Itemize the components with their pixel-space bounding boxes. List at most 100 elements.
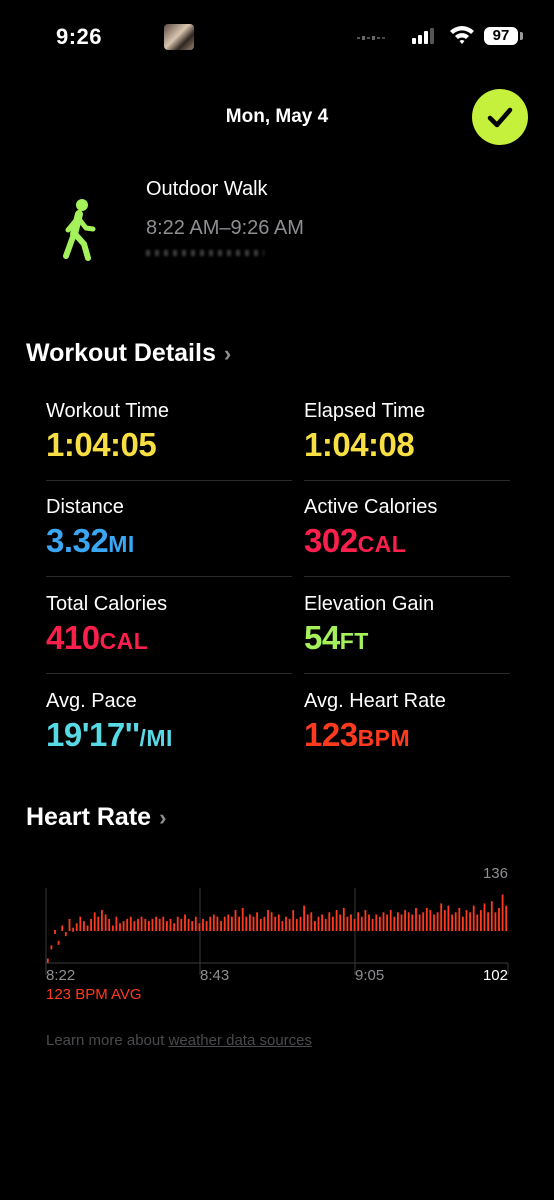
done-button[interactable] [472, 89, 528, 145]
heart-rate-bar [375, 914, 378, 931]
heart-rate-average: 123 BPM AVG [46, 986, 142, 1003]
metric-unit: FT [339, 628, 369, 654]
metric-label: Avg. Pace [46, 690, 137, 712]
section-title: Heart Rate [26, 803, 152, 831]
heart-rate-bar [339, 914, 342, 931]
metric-number: 1:04:08 [304, 426, 415, 463]
heart-rate-bar [148, 921, 150, 931]
chart-time-label: 8:22 [46, 967, 75, 984]
metric-value: 1:04:08 [304, 426, 415, 464]
heart-rate-bar [415, 907, 417, 931]
heart-rate-bar [285, 916, 287, 931]
weather-sources-link[interactable]: weather data sources [169, 1032, 312, 1049]
metric-number: 302 [304, 522, 358, 559]
heart-rate-header[interactable]: Heart Rate › [26, 803, 166, 832]
heart-rate-bar [140, 916, 143, 931]
battery-icon: 97 [484, 27, 518, 45]
heart-rate-bar [281, 921, 284, 931]
divider [46, 673, 292, 674]
divider [46, 576, 292, 577]
heart-rate-bar [469, 912, 471, 931]
heart-rate-bar [303, 905, 305, 931]
heart-rate-bar [158, 918, 161, 931]
heart-rate-bar [292, 910, 295, 931]
heart-rate-bar [173, 923, 175, 931]
heart-rate-bar [429, 910, 432, 931]
heart-rate-bar [234, 910, 237, 931]
metric-value: 410CAL [46, 619, 148, 657]
heart-rate-bar [393, 916, 396, 931]
heart-rate-bar [187, 918, 190, 931]
metric-label: Distance [46, 496, 124, 518]
metric-label: Avg. Heart Rate [304, 690, 446, 712]
metric-label: Elapsed Time [304, 400, 426, 422]
metric-value: 19'17''/MI [46, 716, 173, 754]
heart-rate-bar [122, 921, 125, 931]
metric-number: 1:04:05 [46, 426, 157, 463]
redacted-location [146, 250, 264, 256]
heart-rate-bar [411, 914, 414, 931]
heart-rate-bar [299, 916, 302, 931]
heart-rate-bar [490, 901, 493, 931]
heart-rate-bar [368, 914, 370, 931]
chart-time-label: 9:05 [355, 967, 384, 984]
footer-text: Learn more about [46, 1032, 165, 1049]
status-time: 9:26 [56, 24, 103, 49]
chart-time-label: 8:43 [200, 967, 229, 984]
heart-rate-bar [267, 910, 269, 931]
chevron-right-icon: › [223, 340, 232, 366]
metric-unit: MI [108, 531, 135, 557]
heart-rate-bar [440, 903, 443, 931]
metric-unit: BPM [357, 725, 411, 751]
heart-rate-bar [371, 918, 374, 931]
heart-rate-bar [342, 907, 345, 931]
heart-rate-bar [404, 910, 406, 931]
divider [46, 480, 292, 481]
heart-rate-bar [169, 918, 172, 931]
heart-rate-bar [288, 918, 291, 931]
heart-rate-bar [476, 914, 479, 931]
heart-rate-bar [400, 914, 403, 931]
metric-label: Total Calories [46, 593, 168, 615]
heart-rate-bar [227, 914, 230, 931]
heart-rate-bar [480, 910, 482, 931]
heart-rate-bar [407, 912, 410, 931]
footer-note: Learn more about weather data sources [46, 1032, 312, 1049]
heart-rate-bar [57, 940, 60, 945]
heart-rate-bar [111, 925, 114, 931]
heart-rate-bar [317, 916, 320, 931]
heart-rate-bar [505, 905, 508, 931]
section-title: Workout Details [26, 339, 216, 367]
checkmark-icon [487, 107, 513, 128]
audio-activity-icon [357, 36, 385, 40]
heart-rate-bar [436, 912, 439, 931]
metric-unit: CAL [357, 531, 407, 557]
metric-label: Elevation Gain [304, 593, 435, 615]
heart-rate-bar [144, 918, 147, 931]
heart-rate-bar [61, 925, 64, 931]
heart-rate-bar [54, 929, 56, 934]
heart-rate-bar [357, 912, 360, 931]
heart-rate-bar [245, 916, 248, 931]
walking-figure-icon [63, 199, 96, 261]
heart-rate-bar [458, 907, 461, 931]
metric-value: 1:04:05 [46, 426, 157, 464]
heart-rate-bar [462, 916, 464, 931]
heart-rate-bar [216, 916, 219, 931]
heart-rate-bar [108, 918, 111, 931]
heart-rate-bar [176, 916, 179, 931]
heart-rate-bar [129, 916, 132, 931]
metric-unit: /MI [139, 725, 173, 751]
heart-rate-bar [422, 912, 425, 931]
heart-rate-bar [162, 916, 165, 931]
heart-rate-bar [194, 916, 197, 931]
workout-details-header[interactable]: Workout Details › [26, 339, 231, 368]
heart-rate-bar [75, 923, 78, 931]
heart-rate-bar [68, 918, 71, 931]
heart-rate-bar [335, 910, 338, 931]
heart-rate-bar [252, 916, 255, 931]
heart-rate-bar [447, 905, 450, 931]
heart-rate-bar [46, 958, 49, 963]
metric-value: 3.32MI [46, 522, 135, 560]
heart-rate-bar [64, 932, 67, 937]
